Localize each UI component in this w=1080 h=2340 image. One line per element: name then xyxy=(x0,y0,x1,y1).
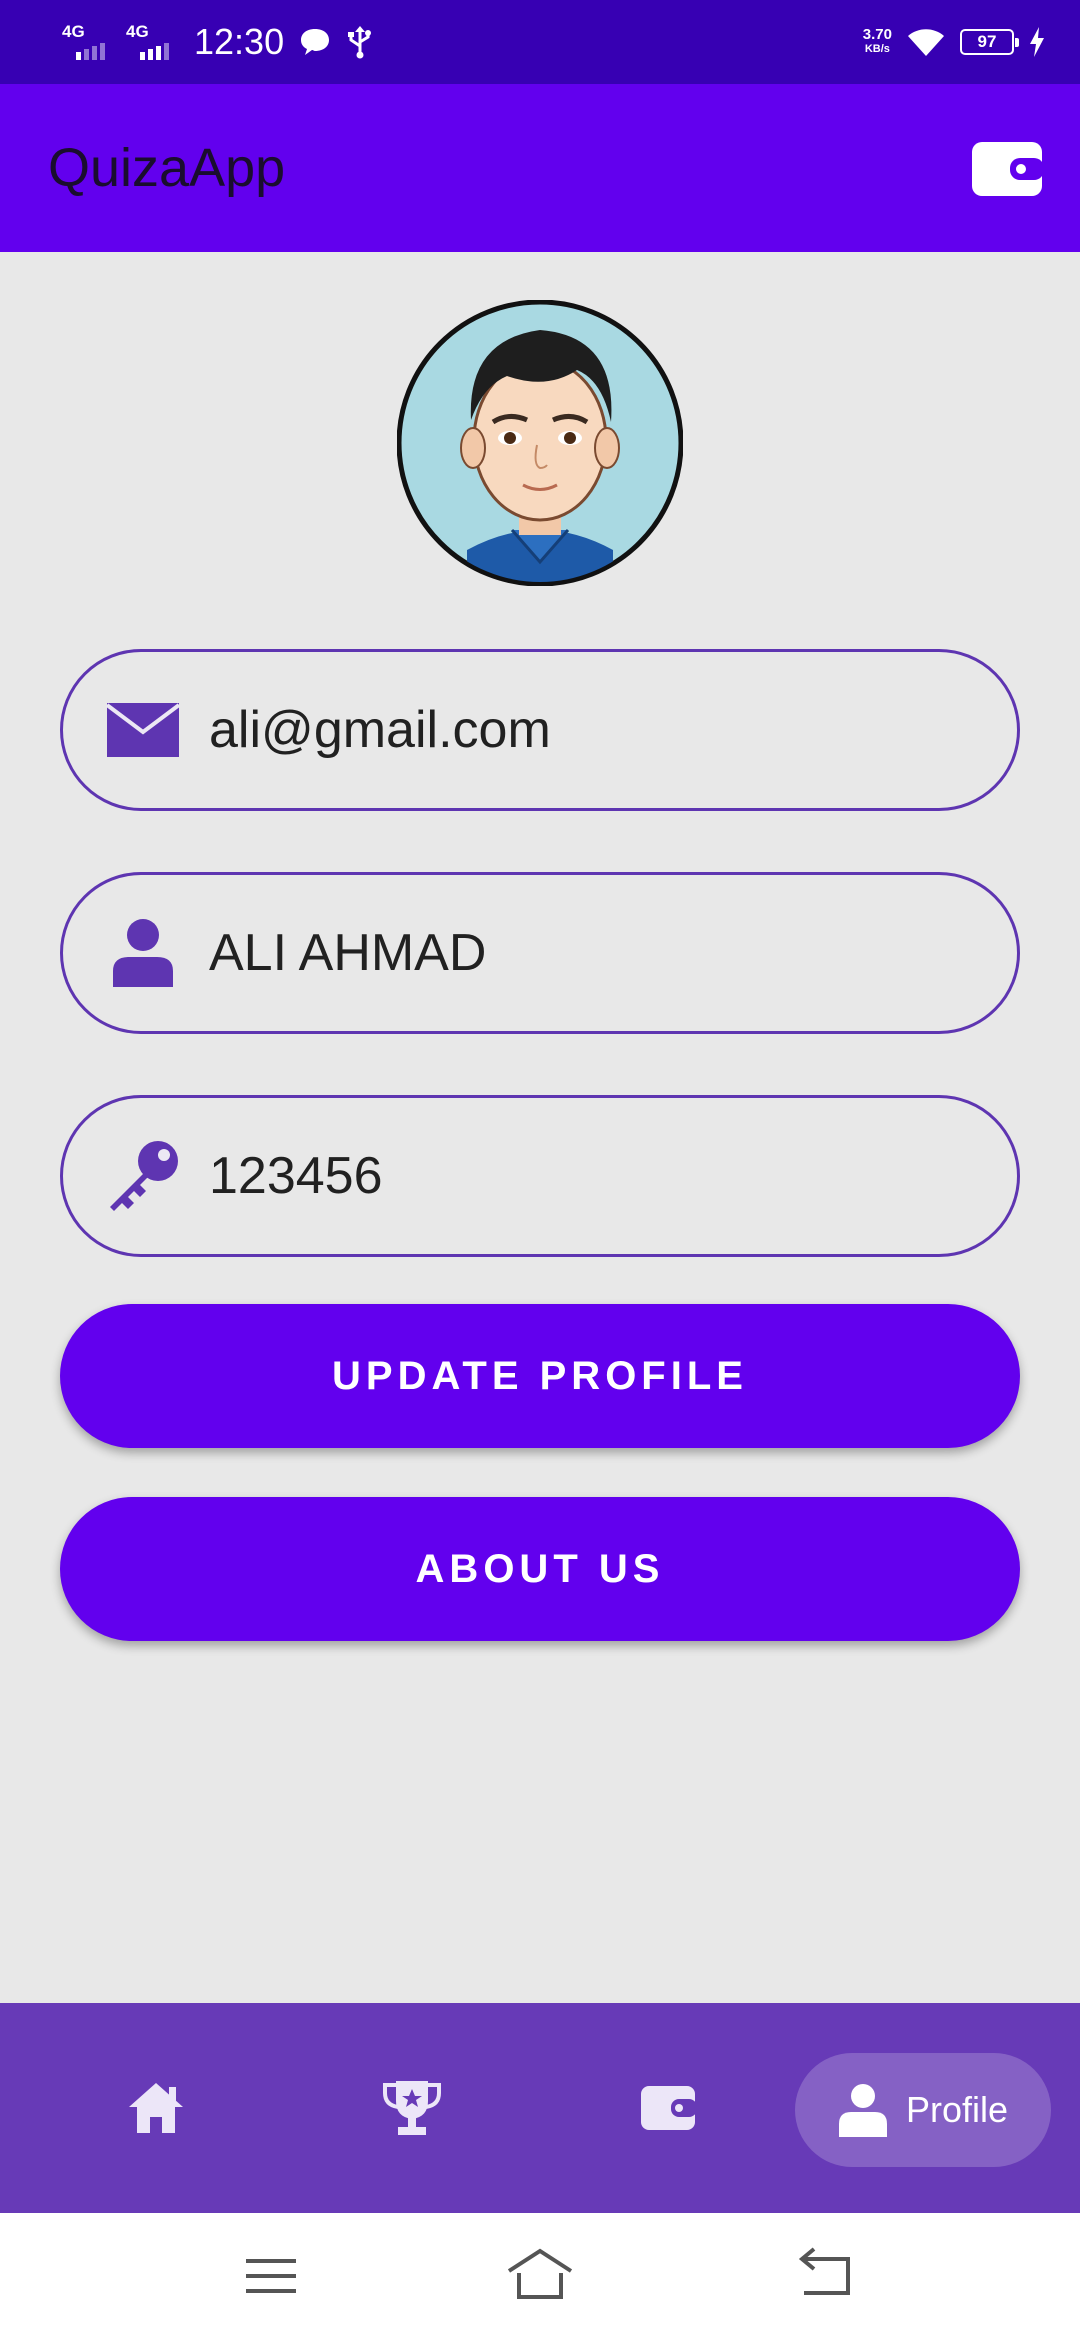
signal-1-icon: 4G xyxy=(62,22,112,62)
email-icon xyxy=(103,690,183,770)
app-title: QuizaApp xyxy=(48,138,286,198)
network-speed: 3.70 KB/s xyxy=(862,26,892,55)
update-profile-button[interactable]: UPDATE PROFILE xyxy=(60,1304,1020,1448)
app-bar: QuizaApp xyxy=(0,84,1080,252)
nav-leaderboard[interactable] xyxy=(356,2003,468,2213)
usb-icon xyxy=(348,26,372,59)
system-navigation-bar xyxy=(0,2213,1080,2340)
status-bar-right: 3.70 KB/s 97 xyxy=(863,0,1046,84)
wallet-icon[interactable] xyxy=(970,136,1044,200)
trophy-icon xyxy=(383,2081,441,2135)
person-icon xyxy=(103,913,183,993)
nav-profile[interactable]: Profile xyxy=(795,2053,1051,2167)
nav-profile-label: Profile xyxy=(905,2089,1009,2130)
email-value: ali@gmail.com xyxy=(209,701,551,759)
battery-icon: 97 xyxy=(960,29,1019,55)
message-icon xyxy=(301,29,330,55)
bottom-navigation: Profile xyxy=(0,2003,1080,2213)
home-icon xyxy=(129,2083,183,2133)
charging-icon xyxy=(1030,27,1044,57)
avatar[interactable] xyxy=(397,300,683,586)
status-time: 12:30 xyxy=(194,21,285,62)
menu-icon[interactable] xyxy=(236,2241,306,2311)
password-value: 123456 xyxy=(209,1147,383,1205)
nav-wallet[interactable] xyxy=(612,2003,724,2213)
profile-screen: 4G 4G 12:30 3.70 KB/s 97 QuizaApp ali@gm… xyxy=(0,0,1080,2340)
name-field[interactable]: ALI AHMAD xyxy=(60,872,1020,1034)
about-us-button[interactable]: ABOUT US xyxy=(60,1497,1020,1641)
key-icon xyxy=(103,1136,183,1216)
home-button-icon[interactable] xyxy=(505,2241,575,2311)
status-bar: 4G 4G 12:30 3.70 KB/s 97 xyxy=(0,0,1080,84)
wallet-icon xyxy=(641,2086,697,2130)
signal-2-icon: 4G xyxy=(126,22,176,62)
email-field[interactable]: ali@gmail.com xyxy=(60,649,1020,811)
profile-icon xyxy=(838,2084,887,2137)
back-icon[interactable] xyxy=(790,2241,860,2311)
nav-home[interactable] xyxy=(100,2003,212,2213)
name-value: ALI AHMAD xyxy=(209,924,487,982)
wifi-icon xyxy=(908,29,944,56)
status-bar-left: 4G 4G 12:30 xyxy=(62,0,374,84)
password-field[interactable]: 123456 xyxy=(60,1095,1020,1257)
